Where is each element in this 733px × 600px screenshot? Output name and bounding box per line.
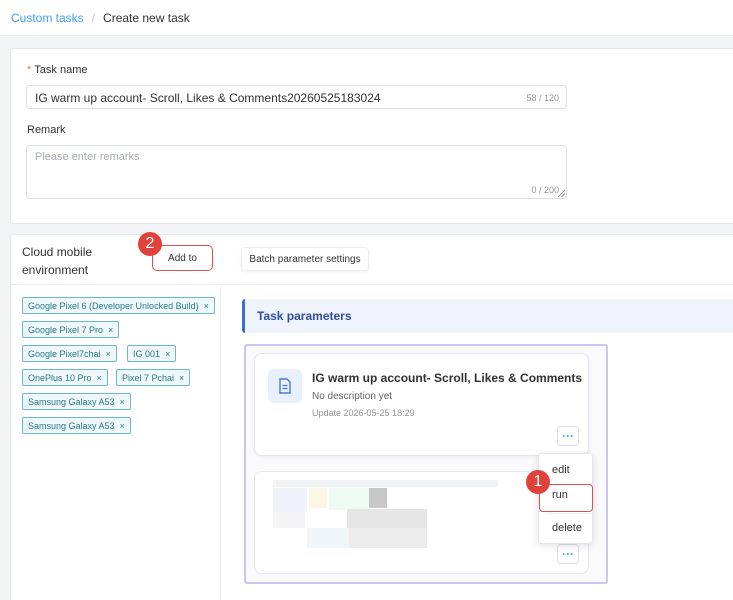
device-tag: Google Pixel 6 (Developer Unlocked Build… xyxy=(22,297,215,314)
task-parameters-header: Task parameters xyxy=(242,299,733,333)
cloud-env-card: Cloud mobile environment Add to Batch pa… xyxy=(10,234,733,600)
device-tag: Google Pixel 7 Pro × xyxy=(22,321,120,338)
remark-textarea[interactable]: Please enter remarks 0 / 200 xyxy=(26,145,567,199)
blurred-content xyxy=(307,528,349,548)
close-icon[interactable]: × xyxy=(204,301,209,311)
device-tag: Samsung Galaxy A53 × xyxy=(22,417,131,434)
close-icon[interactable]: × xyxy=(97,373,102,383)
task-name-label: * Task name xyxy=(27,64,88,76)
remark-placeholder: Please enter remarks xyxy=(35,151,140,163)
task-card-title: IG warm up account- Scroll, Likes & Comm… xyxy=(312,371,583,385)
device-tag: OnePlus 10 Pro × xyxy=(22,369,108,386)
batch-parameter-settings-button[interactable]: Batch parameter settings xyxy=(241,247,369,271)
close-icon[interactable]: × xyxy=(106,349,111,359)
task-card-description: No description yet xyxy=(312,391,393,402)
more-options-icon[interactable]: ··· xyxy=(557,544,579,564)
device-tag: Google Pixel7chai × xyxy=(22,345,117,362)
document-icon xyxy=(268,369,302,403)
close-icon[interactable]: × xyxy=(108,325,113,335)
close-icon[interactable]: × xyxy=(165,349,170,359)
blurred-content xyxy=(349,528,427,548)
breadcrumb-current: Create new task xyxy=(103,10,190,25)
blurred-content xyxy=(273,480,498,487)
device-tag: Pixel 7 Pchai × xyxy=(116,369,191,386)
blurred-content xyxy=(273,488,307,512)
step-badge-1: 1 xyxy=(526,470,550,494)
task-name-input[interactable]: IG warm up account- Scroll, Likes & Comm… xyxy=(26,85,567,109)
device-tag: Samsung Galaxy A53 × xyxy=(22,393,131,410)
menu-divider xyxy=(547,513,595,514)
device-tag: IG 001 × xyxy=(127,345,177,362)
required-mark: * xyxy=(27,64,32,76)
task-parameters-title: Task parameters xyxy=(257,309,352,323)
remark-counter: 0 / 200 xyxy=(531,185,559,195)
step-badge-2: 2 xyxy=(138,232,162,256)
task-card[interactable]: IG warm up account- Scroll, Likes & Comm… xyxy=(254,353,589,456)
menu-item-delete[interactable]: delete xyxy=(539,522,592,534)
resize-grip-icon[interactable] xyxy=(558,190,565,197)
more-options-icon[interactable]: ··· xyxy=(557,426,579,446)
blurred-content xyxy=(347,509,427,530)
breadcrumb-custom-tasks-link[interactable]: Custom tasks xyxy=(11,11,84,25)
device-tag-list: Google Pixel 6 (Developer Unlocked Build… xyxy=(11,285,221,600)
blurred-content xyxy=(273,512,305,528)
blurred-content xyxy=(329,488,369,510)
task-name-counter: 58 / 120 xyxy=(526,93,559,103)
task-form-card: * Task name IG warm up account- Scroll, L… xyxy=(10,48,733,224)
remark-label: Remark xyxy=(27,124,66,136)
env-header: Cloud mobile environment Add to Batch pa… xyxy=(11,235,733,285)
env-title: Cloud mobile environment xyxy=(22,245,93,277)
close-icon[interactable]: × xyxy=(179,373,184,383)
blurred-content xyxy=(369,488,387,508)
breadcrumb-separator: / xyxy=(91,10,96,25)
close-icon[interactable]: × xyxy=(120,421,125,431)
close-icon[interactable]: × xyxy=(120,397,125,407)
task-card-updated: Update 2026-05-25 18:29 xyxy=(312,408,415,418)
task-name-value: IG warm up account- Scroll, Likes & Comm… xyxy=(35,91,381,105)
breadcrumb: Custom tasks / Create new task xyxy=(0,0,733,36)
add-to-button[interactable]: Add to xyxy=(152,245,213,271)
blurred-content xyxy=(309,488,327,508)
